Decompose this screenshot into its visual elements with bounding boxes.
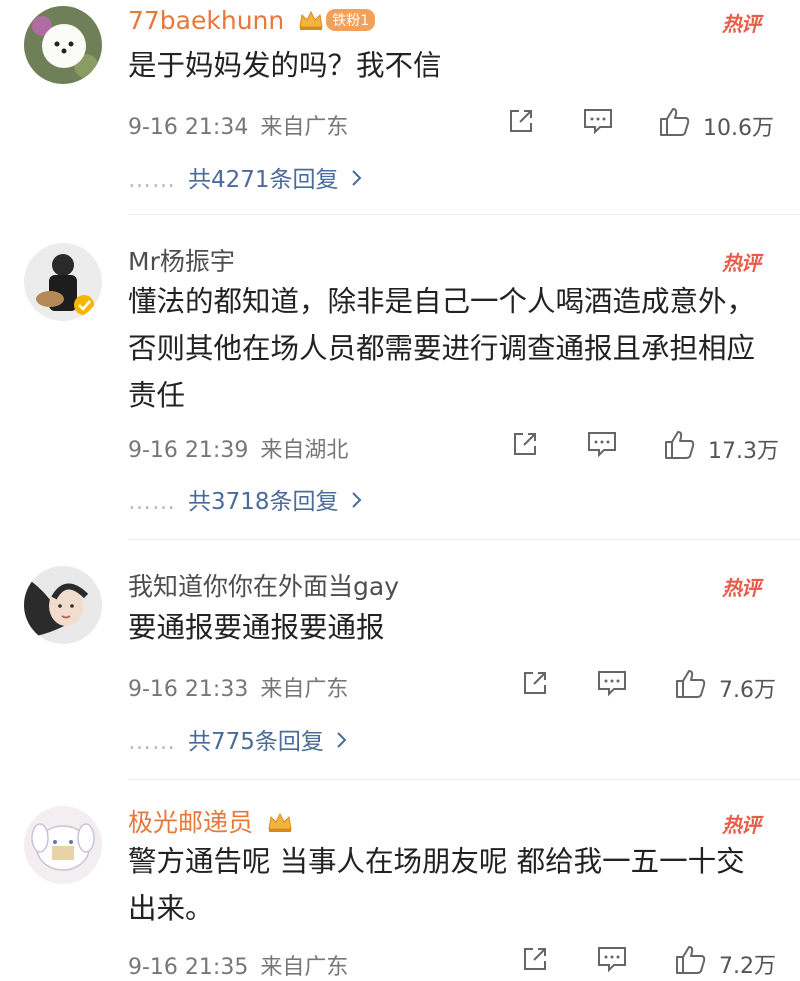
view-replies-link[interactable]: …… 共775条回复	[128, 722, 348, 756]
crown-icon	[267, 810, 293, 839]
location: 来自湖北	[260, 438, 349, 463]
username[interactable]: 我知道你你在外面当gay	[128, 567, 399, 603]
comment-meta: 9-16 21:33 来自广东	[128, 671, 348, 703]
like-count: 10.6万	[703, 116, 774, 141]
thumbs-up-icon[interactable]	[663, 429, 697, 465]
avatar[interactable]	[24, 566, 102, 644]
comment-actions: 7.6万	[500, 668, 776, 704]
like-count: 7.6万	[719, 678, 776, 703]
hot-comment-badge: 热评	[722, 576, 761, 600]
hot-comment-badge: 热评	[722, 12, 761, 36]
comment-item: 我知道你你在外面当gay 热评 要通报要通报要通报 9-16 21:33 来自广东…	[0, 540, 800, 780]
timestamp: 9-16 21:34	[128, 115, 249, 140]
username[interactable]: 77baekhunn 铁粉1	[128, 6, 376, 37]
share-icon[interactable]	[520, 944, 550, 978]
share-icon[interactable]	[520, 668, 550, 702]
timestamp: 9-16 21:39	[128, 438, 249, 463]
like-count: 17.3万	[708, 439, 779, 464]
comment-text: 警方通告呢 当事人在场朋友呢 都给我一五一十交出来。	[128, 845, 745, 925]
comment-item: 极光邮递员 热评 警方通告呢 当事人在场朋友呢 都给我一五一十交出来。 9-16…	[0, 780, 800, 980]
thumbs-up-icon[interactable]	[674, 668, 708, 704]
chevron-right-icon	[351, 489, 363, 515]
avatar[interactable]	[24, 243, 102, 321]
comment-icon[interactable]	[596, 668, 628, 702]
username[interactable]: 极光邮递员	[128, 803, 293, 839]
location: 来自广东	[260, 955, 349, 980]
comment-item: 77baekhunn 铁粉1 热评 是于妈妈发的吗？我不信 9-16 21:34…	[0, 0, 800, 215]
comment-icon[interactable]	[596, 944, 628, 978]
avatar[interactable]	[24, 806, 102, 884]
share-icon[interactable]	[506, 106, 536, 140]
comment-actions: 17.3万	[500, 429, 779, 465]
comment-actions: 7.2万	[500, 944, 776, 980]
crown-icon	[298, 8, 324, 37]
comment-actions: 10.6万	[500, 106, 775, 142]
fan-badge: 铁粉1	[326, 9, 376, 31]
share-icon[interactable]	[510, 429, 540, 463]
timestamp: 9-16 21:35	[128, 955, 249, 980]
timestamp: 9-16 21:33	[128, 677, 249, 702]
comment-text: 懂法的都知道，除非是自己一个人喝酒造成意外，否则其他在场人员都需要进行调查通报且…	[128, 285, 756, 412]
chevron-right-icon	[351, 167, 363, 193]
chevron-right-icon	[336, 729, 348, 755]
like-count: 7.2万	[719, 954, 776, 979]
view-replies-link[interactable]: …… 共3718条回复	[128, 482, 363, 516]
thumbs-up-icon[interactable]	[674, 944, 708, 980]
view-replies-link[interactable]: …… 共4271条回复	[128, 160, 363, 194]
hot-comment-badge: 热评	[722, 251, 761, 275]
username[interactable]: Mr杨振宇	[128, 242, 235, 278]
comment-meta: 9-16 21:34 来自广东	[128, 109, 348, 141]
comment-icon[interactable]	[586, 429, 618, 463]
thumbs-up-icon[interactable]	[658, 106, 692, 142]
comment-text: 要通报要通报要通报	[128, 611, 385, 644]
comment-icon[interactable]	[582, 106, 614, 140]
comment-text: 是于妈妈发的吗？我不信	[128, 49, 442, 82]
comment-item: Mr杨振宇 热评 懂法的都知道，除非是自己一个人喝酒造成意外，否则其他在场人员都…	[0, 215, 800, 540]
comment-meta: 9-16 21:35 来自广东	[128, 949, 348, 981]
comment-meta: 9-16 21:39 来自湖北	[128, 432, 348, 464]
location: 来自广东	[260, 677, 349, 702]
avatar[interactable]	[24, 6, 102, 84]
location: 来自广东	[260, 115, 349, 140]
hot-comment-badge: 热评	[722, 813, 761, 837]
